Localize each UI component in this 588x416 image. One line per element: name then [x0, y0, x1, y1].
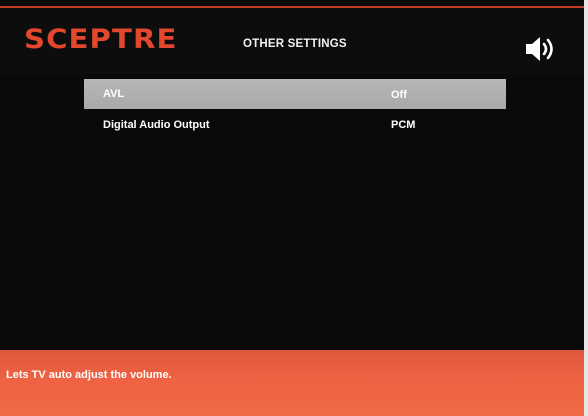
setting-row-avl[interactable]: AVL Off	[84, 79, 506, 109]
setting-label-avl: AVL	[103, 88, 125, 100]
brand-logo: SCEPTRE	[24, 24, 178, 55]
setting-value-digital-audio-output: PCM	[391, 119, 416, 131]
setting-value-avl: Off	[391, 89, 407, 101]
setting-label-digital-audio-output: Digital Audio Output	[103, 119, 210, 131]
setting-row-digital-audio-output[interactable]: Digital Audio Output PCM	[84, 112, 506, 142]
tv-menu-screen: SCEPTRE OTHER SETTINGS AVL Off Digital A…	[0, 0, 584, 416]
menu-title: OTHER SETTINGS	[243, 38, 347, 50]
menu-header: SCEPTRE OTHER SETTINGS	[0, 8, 584, 74]
help-bar: Lets TV auto adjust the volume.	[0, 350, 584, 416]
settings-list: AVL Off Digital Audio Output PCM	[84, 79, 506, 145]
speaker-volume-icon	[526, 37, 553, 61]
help-text: Lets TV auto adjust the volume.	[6, 369, 172, 381]
